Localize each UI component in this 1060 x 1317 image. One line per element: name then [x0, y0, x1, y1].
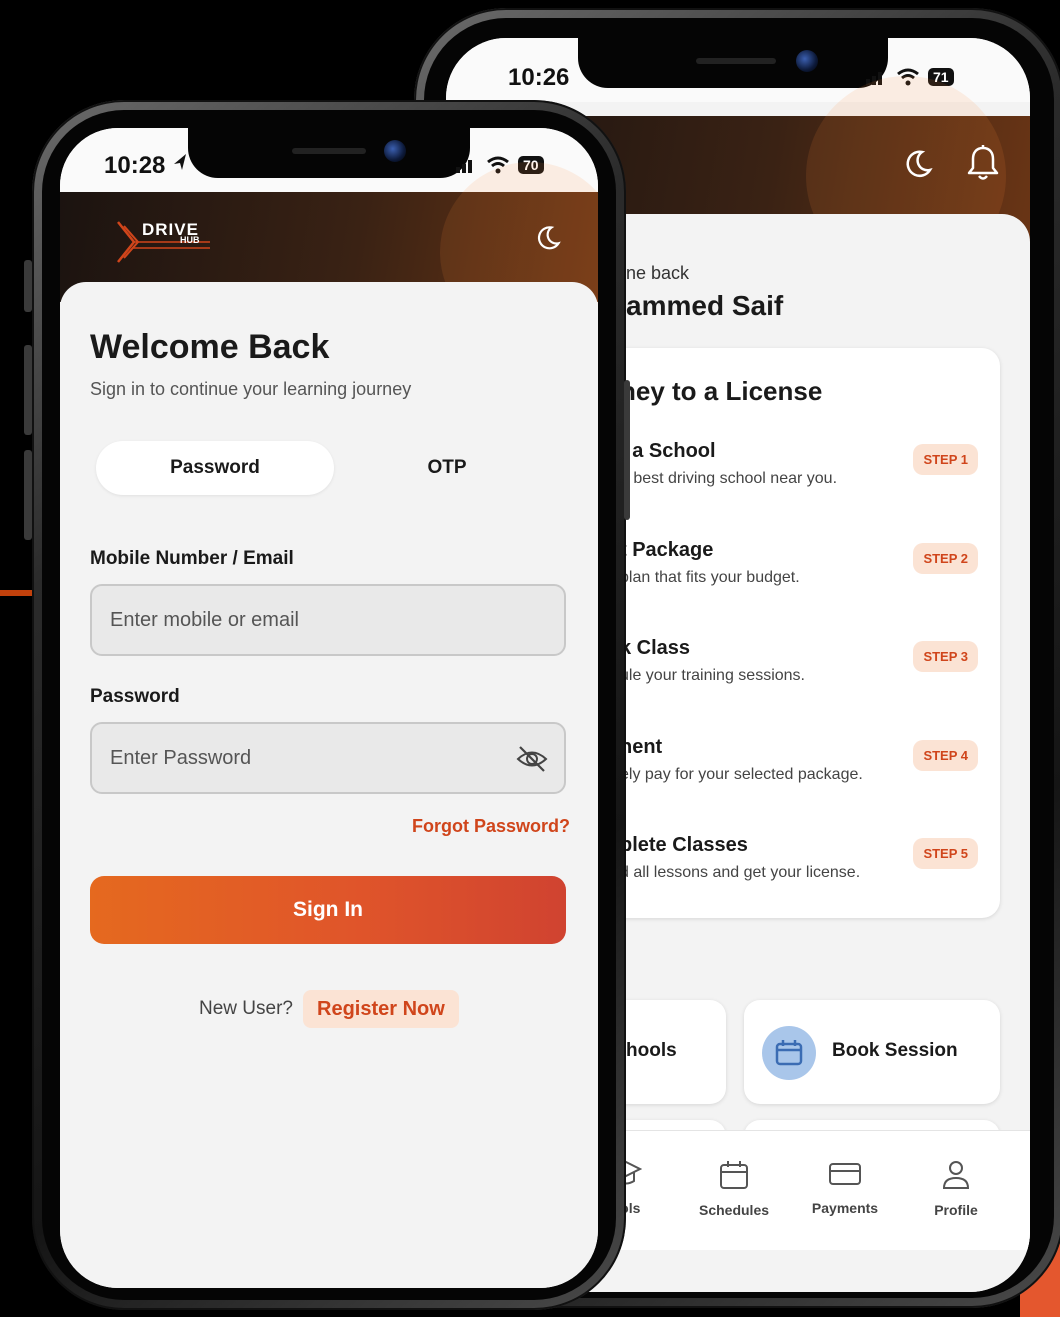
- step-description: ely pay for your selected package.: [620, 766, 863, 783]
- speaker: [696, 58, 776, 64]
- location-arrow-icon: [172, 152, 188, 177]
- journey-step[interactable]: k Class ule your training sessions. STEP…: [620, 637, 990, 707]
- journey-step[interactable]: nent ely pay for your selected package. …: [620, 736, 990, 806]
- journey-step[interactable]: plete Classes d all lessons and get your…: [620, 834, 990, 904]
- status-time: 10:28: [104, 152, 166, 179]
- step-title: nent: [620, 736, 663, 758]
- mobile-email-field: [90, 584, 566, 656]
- page-subtitle: Sign in to continue your learning journe…: [90, 379, 412, 399]
- nav-label: Profile: [934, 1202, 978, 1218]
- camera: [796, 50, 818, 72]
- quick-action-label: Book Session: [832, 1040, 958, 1061]
- nav-item-profile[interactable]: Profile: [906, 1159, 1006, 1218]
- step-description: d all lessons and get your license.: [620, 864, 861, 881]
- nav-item-payments[interactable]: Payments: [795, 1159, 895, 1216]
- step-title: plete Classes: [620, 834, 748, 856]
- signal-icon: [456, 160, 472, 173]
- step-description: e best driving school near you.: [620, 470, 838, 487]
- mobile-email-label: Mobile Number / Email: [90, 548, 294, 569]
- nav-label: Payments: [811, 1200, 879, 1216]
- register-now-link[interactable]: Register Now: [303, 990, 459, 1028]
- quick-action-book-session[interactable]: Book Session: [744, 1000, 1000, 1104]
- step-description: ule your training sessions.: [620, 667, 805, 684]
- new-user-text: New User?: [199, 998, 293, 1019]
- journey-step[interactable]: t Package plan that fits your budget. ST…: [620, 539, 990, 609]
- step-badge: STEP 3: [913, 641, 978, 672]
- notch: [188, 128, 470, 178]
- card-icon: [829, 1163, 861, 1185]
- step-title: t Package: [620, 539, 714, 561]
- moon-icon[interactable]: [902, 148, 934, 185]
- status-time: 10:26: [508, 64, 570, 91]
- step-badge: STEP 1: [913, 444, 978, 475]
- eye-off-icon[interactable]: [516, 744, 548, 779]
- step-title: t a School: [620, 440, 716, 462]
- welcome-greeting: ne back: [626, 263, 690, 283]
- side-button: [24, 450, 32, 540]
- moon-icon[interactable]: [534, 224, 562, 257]
- quick-action-label: hools: [626, 1040, 677, 1061]
- journey-card: ney to a License t a School e best drivi…: [596, 348, 1000, 918]
- bell-icon[interactable]: [966, 144, 1000, 187]
- side-button: [24, 345, 32, 435]
- journey-title: ney to a License: [620, 376, 823, 406]
- nav-item-schedules[interactable]: Schedules: [684, 1159, 784, 1218]
- journey-step[interactable]: t a School e best driving school near yo…: [620, 440, 990, 510]
- step-description: plan that fits your budget.: [620, 569, 800, 586]
- step-badge: STEP 4: [913, 740, 978, 771]
- user-name: ammed Saif: [626, 290, 784, 321]
- logo-subtext: HUB: [180, 235, 200, 245]
- password-label: Password: [90, 686, 180, 707]
- side-button: [24, 260, 32, 312]
- page-title: Welcome Back: [90, 328, 330, 366]
- step-badge: STEP 5: [913, 838, 978, 869]
- side-button: [624, 380, 630, 520]
- sign-in-button[interactable]: Sign In: [90, 876, 566, 944]
- phone-front: 10:28 70 DRIVE HUB Welcome Back Sign in …: [24, 100, 630, 1310]
- password-field: [90, 722, 566, 794]
- login-method-tabs: Password OTP: [96, 441, 566, 497]
- calendar-icon: [762, 1026, 816, 1080]
- forgot-password-link[interactable]: Forgot Password?: [412, 816, 570, 837]
- login-screen: 10:28 70 DRIVE HUB Welcome Back Sign in …: [60, 128, 598, 1288]
- step-badge: STEP 2: [913, 543, 978, 574]
- step-title: k Class: [620, 637, 691, 659]
- drive-hub-logo: DRIVE HUB: [116, 220, 212, 269]
- password-input[interactable]: [110, 724, 510, 792]
- mobile-email-input[interactable]: [110, 586, 510, 654]
- camera: [384, 140, 406, 162]
- nav-label: Schedules: [698, 1202, 770, 1218]
- tab-password[interactable]: Password: [96, 441, 334, 495]
- speaker: [292, 148, 366, 154]
- notch: [578, 38, 888, 88]
- calendar-icon: [720, 1161, 748, 1189]
- user-icon: [942, 1161, 970, 1189]
- tab-otp[interactable]: OTP: [328, 441, 566, 495]
